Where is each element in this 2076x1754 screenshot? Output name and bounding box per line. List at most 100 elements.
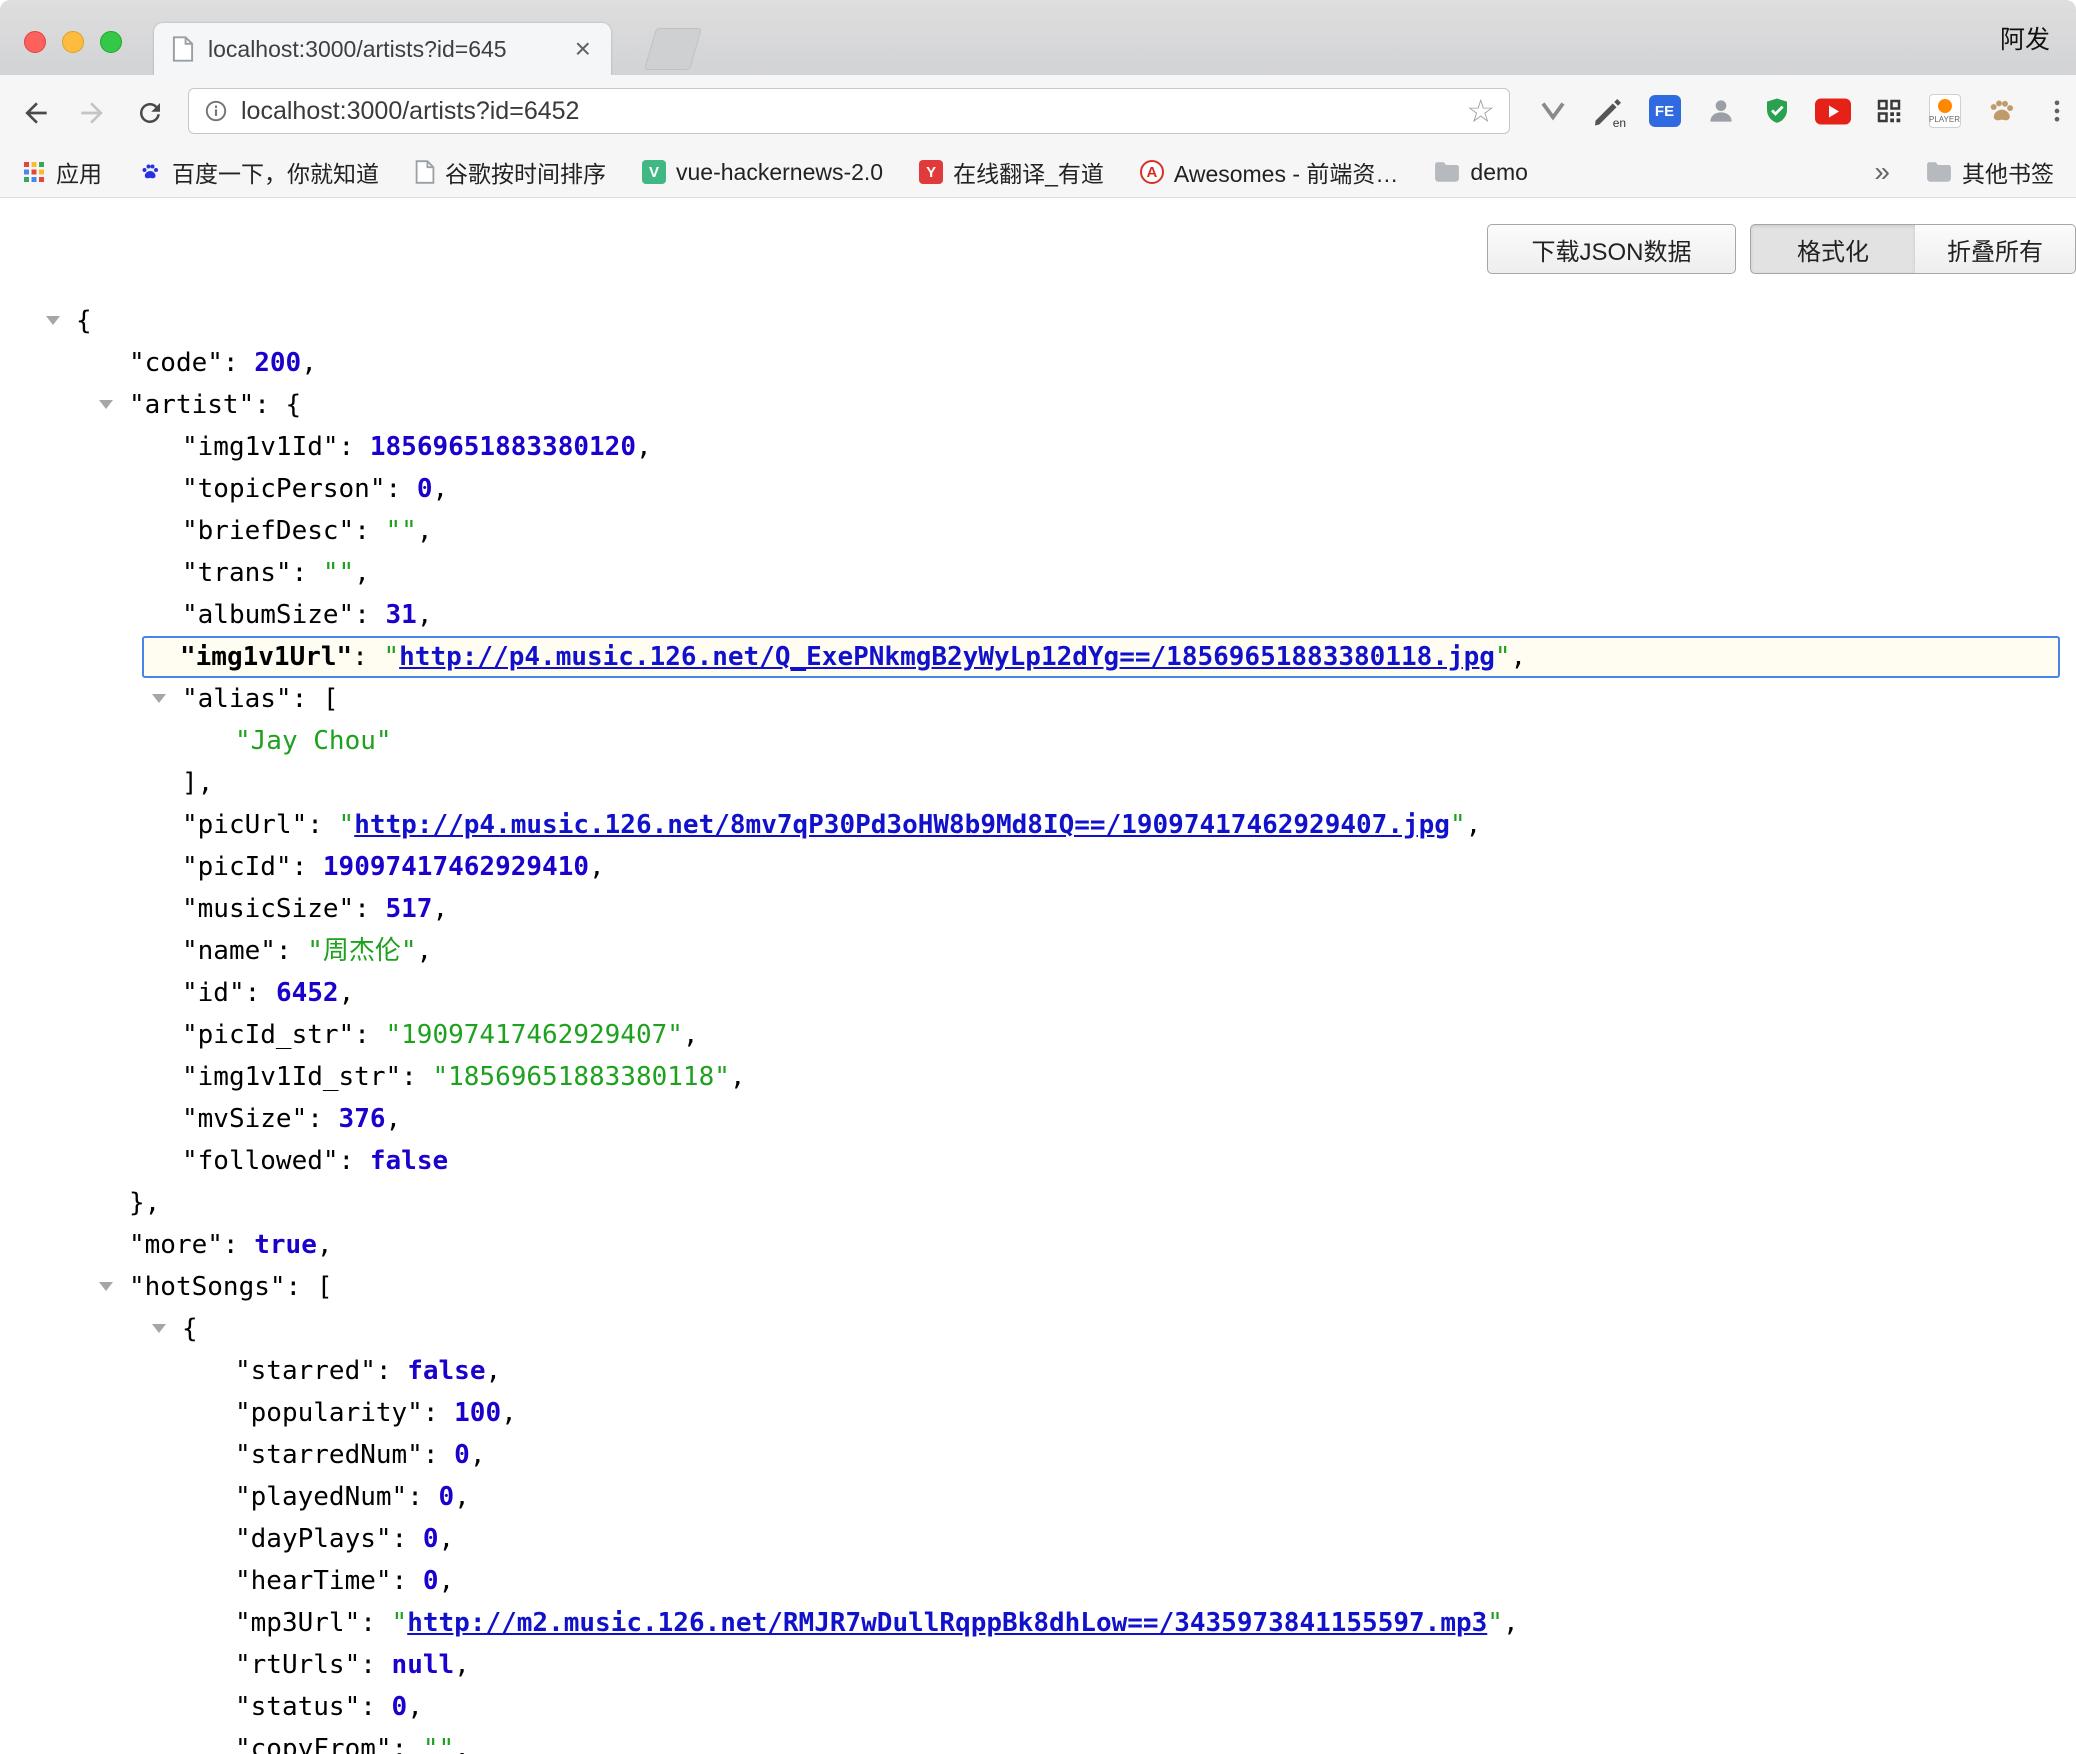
json-line: "trans": "", bbox=[0, 552, 2076, 594]
json-line: "code": 200, bbox=[0, 342, 2076, 384]
shield-extension-icon[interactable] bbox=[1758, 93, 1795, 130]
json-line: "Jay Chou" bbox=[0, 720, 2076, 762]
json-line: "artist": { bbox=[0, 384, 2076, 426]
player-extension-icon[interactable]: PLAYER bbox=[1926, 93, 1963, 130]
json-line: "picId": 19097417462929410, bbox=[0, 846, 2076, 888]
json-line: "playedNum": 0, bbox=[0, 1476, 2076, 1518]
bookmark-apps[interactable]: 应用 bbox=[22, 155, 102, 189]
collapse-toggle-icon[interactable] bbox=[99, 1282, 113, 1291]
json-line: "starredNum": 0, bbox=[0, 1434, 2076, 1476]
person-extension-icon[interactable] bbox=[1702, 93, 1739, 130]
back-arrow-icon bbox=[20, 97, 52, 129]
url-text[interactable]: localhost:3000/artists?id=6452 bbox=[241, 97, 1466, 126]
bookmark-label: 应用 bbox=[56, 155, 102, 189]
bookmark-vue-hackernews[interactable]: V vue-hackernews-2.0 bbox=[642, 159, 883, 186]
chrome-menu-button[interactable] bbox=[2038, 93, 2075, 130]
caret-extension-icon[interactable] bbox=[1534, 93, 1571, 130]
window-controls bbox=[24, 31, 122, 53]
download-json-button[interactable]: 下载JSON数据 bbox=[1487, 224, 1736, 274]
json-line: "picUrl": "http://p4.music.126.net/8mv7q… bbox=[0, 804, 2076, 846]
youtube-extension-icon[interactable] bbox=[1814, 93, 1851, 130]
json-line-highlighted: "img1v1Url": "http://p4.music.126.net/Q_… bbox=[142, 636, 2060, 678]
bookmark-label: vue-hackernews-2.0 bbox=[676, 159, 883, 186]
paw-extension-icon[interactable] bbox=[1982, 93, 2019, 130]
json-url-link[interactable]: http://p4.music.126.net/Q_ExePNkmgB2yWyL… bbox=[399, 642, 1495, 672]
bookmarks-bar: 应用 百度一下，你就知道 谷歌按时间排序 V vue-hackernews-2.… bbox=[0, 147, 2076, 198]
bookmark-google-sort[interactable]: 谷歌按时间排序 bbox=[415, 155, 606, 189]
json-line: "hotSongs": [ bbox=[0, 1266, 2076, 1308]
json-line: "briefDesc": "", bbox=[0, 510, 2076, 552]
bookmark-awesomes[interactable]: A Awesomes - 前端资… bbox=[1140, 155, 1399, 189]
json-line: "id": 6452, bbox=[0, 972, 2076, 1014]
player-dot-icon bbox=[1938, 99, 1952, 113]
collapse-toggle-icon[interactable] bbox=[46, 316, 60, 325]
reload-button[interactable] bbox=[130, 93, 170, 133]
back-button[interactable] bbox=[16, 93, 56, 133]
qr-code-extension-icon[interactable] bbox=[1870, 93, 1907, 130]
bookmarks-overflow-chevron[interactable]: » bbox=[1874, 156, 1890, 188]
json-line: "mp3Url": "http://m2.music.126.net/RMJR7… bbox=[0, 1602, 2076, 1644]
bookmark-baidu[interactable]: 百度一下，你就知道 bbox=[138, 155, 379, 189]
collapse-all-button[interactable]: 折叠所有 bbox=[1915, 224, 2076, 274]
extensions-row: en FE PLAYER bbox=[1534, 75, 2075, 147]
folder-icon bbox=[1434, 161, 1460, 183]
youdao-icon: Y bbox=[919, 160, 943, 184]
reload-icon bbox=[135, 98, 165, 128]
json-line: "topicPerson": 0, bbox=[0, 468, 2076, 510]
bookmark-label: Awesomes - 前端资… bbox=[1174, 155, 1399, 189]
bookmark-label: 其他书签 bbox=[1962, 155, 2054, 189]
tab-close-icon[interactable]: × bbox=[573, 35, 593, 63]
new-tab-button[interactable] bbox=[644, 28, 702, 70]
vue-icon: V bbox=[642, 160, 666, 184]
format-button[interactable]: 格式化 bbox=[1750, 224, 1916, 274]
browser-tab[interactable]: localhost:3000/artists?id=645 × bbox=[154, 23, 611, 75]
json-line: "followed": false bbox=[0, 1140, 2076, 1182]
bookmark-label: 在线翻译_有道 bbox=[953, 155, 1104, 189]
json-line: }, bbox=[0, 1182, 2076, 1224]
profile-name: 阿发 bbox=[2000, 0, 2050, 75]
json-line: "hearTime": 0, bbox=[0, 1560, 2076, 1602]
json-line: "name": "周杰伦", bbox=[0, 930, 2076, 972]
json-line: "copyFrom": "", bbox=[0, 1728, 2076, 1754]
close-window-button[interactable] bbox=[24, 31, 46, 53]
page-icon bbox=[415, 160, 435, 184]
browser-window: localhost:3000/artists?id=645 × 阿发 local… bbox=[0, 0, 2076, 1754]
folder-icon bbox=[1926, 161, 1952, 183]
bookmark-label: 百度一下，你就知道 bbox=[172, 155, 379, 189]
json-line: "albumSize": 31, bbox=[0, 594, 2076, 636]
youdao-pen-extension-icon[interactable]: en bbox=[1590, 93, 1627, 130]
browser-toolbar: localhost:3000/artists?id=6452 ☆ en FE bbox=[0, 75, 2076, 147]
json-line: "starred": false, bbox=[0, 1350, 2076, 1392]
collapse-toggle-icon[interactable] bbox=[152, 694, 166, 703]
bookmark-label: demo bbox=[1470, 159, 1528, 186]
address-bar[interactable]: localhost:3000/artists?id=6452 ☆ bbox=[188, 88, 1510, 134]
baidu-paw-icon bbox=[138, 160, 162, 184]
minimize-window-button[interactable] bbox=[62, 31, 84, 53]
bookmark-demo-folder[interactable]: demo bbox=[1434, 159, 1528, 186]
bookmark-youdao-translate[interactable]: Y 在线翻译_有道 bbox=[919, 155, 1104, 189]
json-url-link[interactable]: http://m2.music.126.net/RMJR7wDullRqppBk… bbox=[407, 1608, 1487, 1638]
json-line: "alias": [ bbox=[0, 678, 2076, 720]
collapse-toggle-icon[interactable] bbox=[152, 1324, 166, 1333]
zoom-window-button[interactable] bbox=[100, 31, 122, 53]
bookmark-label: 谷歌按时间排序 bbox=[445, 155, 606, 189]
forward-button[interactable] bbox=[72, 93, 112, 133]
json-line: ], bbox=[0, 762, 2076, 804]
json-line: "status": 0, bbox=[0, 1686, 2076, 1728]
json-url-link[interactable]: http://p4.music.126.net/8mv7qP30Pd3oHW8b… bbox=[354, 810, 1450, 840]
json-line: "img1v1Id": 18569651883380120, bbox=[0, 426, 2076, 468]
json-line: "more": true, bbox=[0, 1224, 2076, 1266]
awesomes-icon: A bbox=[1140, 160, 1164, 184]
json-line: "musicSize": 517, bbox=[0, 888, 2076, 930]
bookmark-star-icon[interactable]: ☆ bbox=[1466, 95, 1495, 127]
json-line: "img1v1Id_str": "18569651883380118", bbox=[0, 1056, 2076, 1098]
svg-text:en: en bbox=[1612, 116, 1625, 129]
json-line: "dayPlays": 0, bbox=[0, 1518, 2076, 1560]
info-icon[interactable] bbox=[203, 98, 229, 124]
tab-title: localhost:3000/artists?id=645 bbox=[208, 36, 573, 63]
json-line: "popularity": 100, bbox=[0, 1392, 2076, 1434]
collapse-toggle-icon[interactable] bbox=[99, 400, 113, 409]
other-bookmarks-folder[interactable]: 其他书签 bbox=[1926, 155, 2054, 189]
forward-arrow-icon bbox=[76, 97, 108, 129]
fe-extension-icon[interactable]: FE bbox=[1646, 93, 1683, 130]
